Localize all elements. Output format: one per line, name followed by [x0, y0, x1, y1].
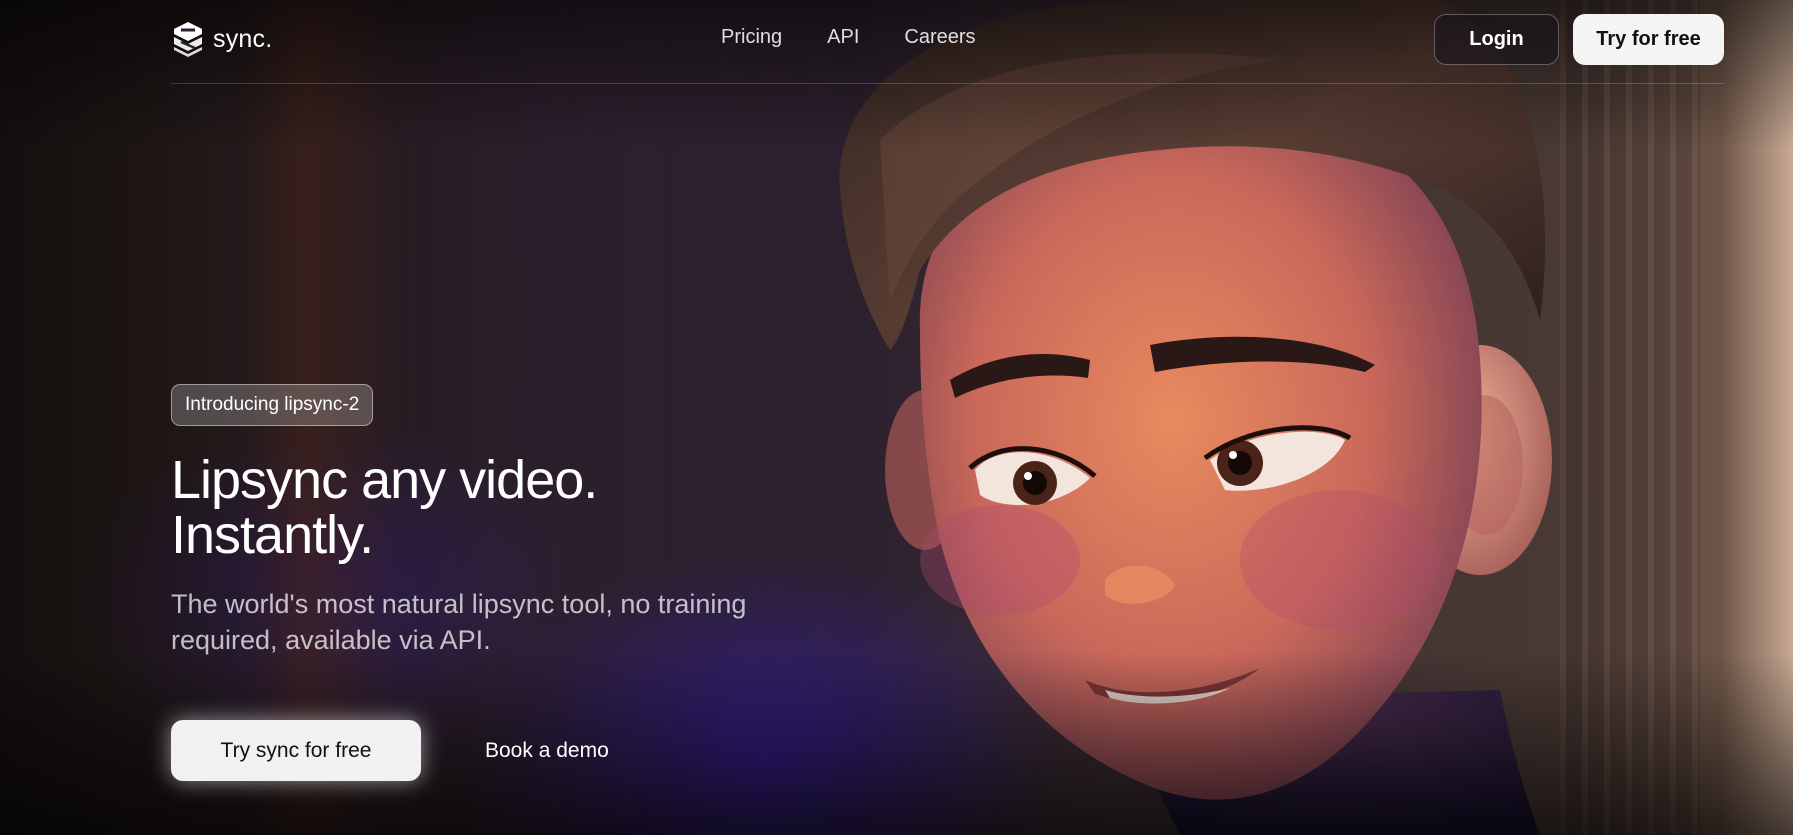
main-nav: Pricing API Careers: [721, 26, 976, 49]
cta-row: Try sync for free Book a demo: [171, 720, 871, 781]
brand-name: sync.: [213, 24, 273, 53]
nav-careers[interactable]: Careers: [904, 26, 975, 49]
nav-pricing[interactable]: Pricing: [721, 26, 782, 49]
hero-subtext: The world's most natural lipsync tool, n…: [171, 589, 747, 655]
hero-headline: Lipsync any video. Instantly.: [171, 453, 871, 563]
headline-line-2: Instantly.: [171, 505, 374, 565]
book-demo-link[interactable]: Book a demo: [485, 739, 609, 763]
sync-logo-icon: [174, 22, 202, 57]
brand-logo[interactable]: sync.: [171, 20, 272, 58]
site-header: sync. Pricing API Careers Login Try for …: [171, 0, 1724, 84]
hero-section: Introducing lipsync-2 Lipsync any video.…: [171, 384, 871, 781]
headline-line-1: Lipsync any video.: [171, 450, 598, 510]
announcement-badge[interactable]: Introducing lipsync-2: [171, 384, 374, 426]
nav-api[interactable]: API: [827, 26, 859, 49]
try-for-free-button[interactable]: Try for free: [1573, 14, 1724, 65]
login-button[interactable]: Login: [1434, 14, 1559, 65]
try-sync-free-button[interactable]: Try sync for free: [171, 720, 421, 781]
